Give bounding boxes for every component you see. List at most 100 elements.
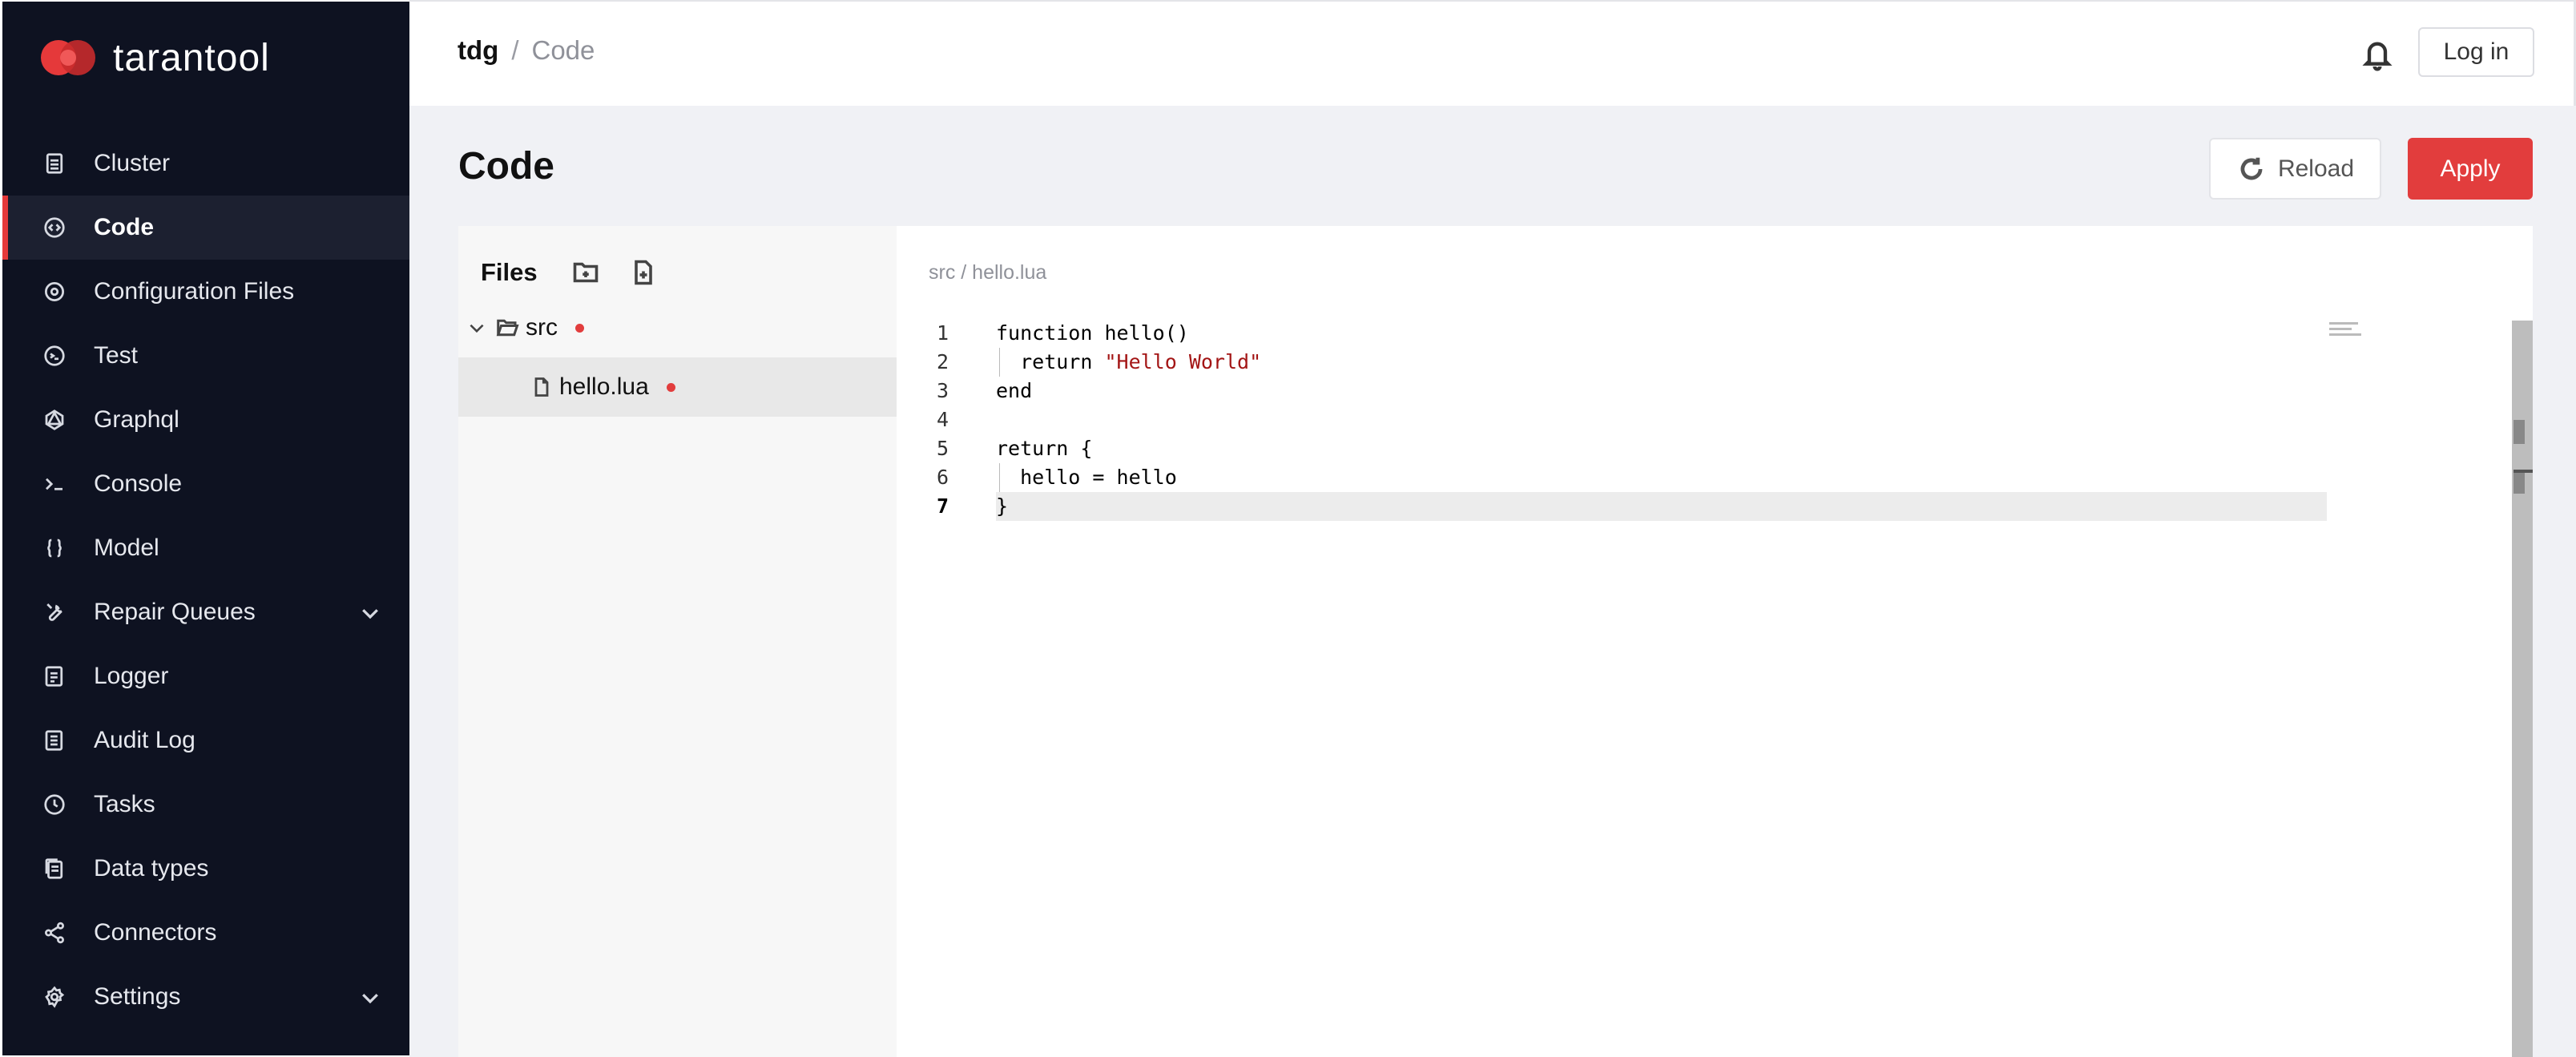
logo-text: tarantool bbox=[113, 36, 270, 79]
breadcrumb-root[interactable]: tdg bbox=[458, 35, 498, 66]
files-title: Files bbox=[481, 258, 538, 286]
server-icon bbox=[41, 150, 68, 177]
editor-file-path: src / hello.lua bbox=[929, 261, 1047, 284]
code-line[interactable]: 2 return "Hello World" bbox=[897, 348, 2327, 377]
sidebar-item-label: Data types bbox=[94, 855, 209, 882]
breadcrumb: tdg / Code bbox=[458, 35, 595, 66]
sidebar-item-cluster[interactable]: Cluster bbox=[2, 131, 409, 196]
new-file-icon[interactable] bbox=[629, 258, 658, 287]
top-header: tdg / Code Log in bbox=[409, 0, 2576, 106]
files-header: Files bbox=[481, 258, 658, 287]
chevron-down-icon[interactable] bbox=[358, 986, 382, 1010]
clock-icon bbox=[41, 791, 68, 818]
sidebar-item-label: Graphql bbox=[94, 406, 179, 433]
bell-icon[interactable] bbox=[2361, 37, 2393, 72]
breadcrumb-separator: / bbox=[511, 35, 519, 65]
line-number: 2 bbox=[937, 350, 949, 373]
sidebar-item-label: Configuration Files bbox=[94, 278, 295, 305]
sidebar-item-label: Repair Queues bbox=[94, 599, 256, 625]
sidebar-item-data-types[interactable]: Data types bbox=[2, 837, 409, 901]
audit-log-icon bbox=[41, 727, 68, 754]
sidebar-item-tasks[interactable]: Tasks bbox=[2, 773, 409, 837]
braces-icon bbox=[41, 535, 68, 562]
sidebar-item-test[interactable]: Test bbox=[2, 324, 409, 388]
sidebar-item-label: Test bbox=[94, 342, 139, 369]
sidebar-item-label: Connectors bbox=[94, 919, 217, 946]
reload-icon bbox=[2240, 157, 2263, 180]
share-icon bbox=[41, 919, 68, 946]
breadcrumb-current: Code bbox=[531, 35, 595, 65]
minimap[interactable] bbox=[2329, 322, 2368, 351]
graphql-icon bbox=[41, 406, 68, 434]
line-number: 1 bbox=[937, 321, 949, 345]
sidebar-item-connectors[interactable]: Connectors bbox=[2, 901, 409, 965]
code-editor-panel: src / hello.lua 1 function hello() 2 ret… bbox=[897, 226, 2533, 1057]
tree-folder-src[interactable]: src bbox=[458, 298, 897, 357]
sidebar-item-label: Tasks bbox=[94, 791, 155, 817]
code-text: } bbox=[996, 494, 1009, 518]
code-text: function hello() bbox=[996, 321, 1189, 345]
logo[interactable]: tarantool bbox=[39, 32, 270, 83]
modified-indicator bbox=[575, 323, 584, 333]
login-button[interactable]: Log in bbox=[2418, 27, 2534, 77]
line-number: 5 bbox=[937, 437, 949, 460]
code-text: end bbox=[996, 379, 1033, 402]
modified-indicator bbox=[666, 382, 675, 392]
sidebar-item-graphql[interactable]: Graphql bbox=[2, 388, 409, 452]
code-line-current[interactable]: 7 } bbox=[937, 492, 2327, 521]
code-text: return "Hello World" bbox=[996, 350, 1262, 373]
tree-item-label: hello.lua bbox=[559, 373, 649, 400]
sidebar-item-code[interactable]: Code bbox=[2, 196, 409, 260]
reload-label: Reload bbox=[2277, 155, 2355, 182]
sidebar-item-audit-log[interactable]: Audit Log bbox=[2, 708, 409, 773]
log-icon bbox=[41, 663, 68, 690]
sidebar-item-configuration-files[interactable]: Configuration Files bbox=[2, 260, 409, 324]
sidebar-item-label: Settings bbox=[94, 983, 181, 1010]
sidebar-item-label: Code bbox=[94, 214, 154, 240]
vertical-scrollbar[interactable] bbox=[2512, 321, 2533, 1057]
folder-open-icon bbox=[496, 319, 519, 337]
tarantool-logo-icon bbox=[41, 40, 95, 75]
sidebar-nav: Cluster Code Configuration Files Test Gr… bbox=[2, 131, 409, 1029]
test-icon bbox=[41, 342, 68, 369]
file-icon bbox=[534, 377, 549, 397]
sidebar-item-model[interactable]: Model bbox=[2, 516, 409, 580]
sidebar-item-label: Model bbox=[94, 535, 159, 561]
code-line[interactable]: 4 bbox=[897, 405, 2327, 434]
sidebar-item-label: Console bbox=[94, 470, 183, 497]
gear-icon bbox=[41, 278, 68, 305]
sidebar-item-logger[interactable]: Logger bbox=[2, 644, 409, 708]
sidebar: tarantool Cluster Code Configuration Fil… bbox=[0, 0, 409, 1057]
chevron-down-icon[interactable] bbox=[358, 601, 382, 625]
sidebar-item-label: Logger bbox=[94, 663, 169, 689]
settings-icon bbox=[41, 983, 68, 1011]
line-number: 3 bbox=[937, 379, 949, 402]
files-panel: Files src hello.lua bbox=[458, 226, 897, 1057]
code-icon bbox=[41, 214, 68, 241]
code-line[interactable]: 1 function hello() bbox=[897, 319, 2327, 348]
tree-item-label: src bbox=[526, 314, 558, 341]
code-line[interactable]: 5 return { bbox=[897, 434, 2327, 463]
reload-button[interactable]: Reload bbox=[2209, 138, 2381, 200]
sidebar-item-repair-queues[interactable]: Repair Queues bbox=[2, 580, 409, 644]
sidebar-item-console[interactable]: Console bbox=[2, 452, 409, 516]
line-number: 4 bbox=[937, 408, 949, 431]
line-number: 7 bbox=[937, 494, 949, 518]
new-folder-icon[interactable] bbox=[571, 258, 600, 287]
code-text: return { bbox=[996, 437, 1093, 460]
sidebar-item-settings[interactable]: Settings bbox=[2, 965, 409, 1029]
sidebar-item-label: Cluster bbox=[94, 150, 171, 176]
code-text: hello = hello bbox=[996, 466, 1177, 489]
chevron-down-icon[interactable] bbox=[466, 317, 487, 338]
code-line[interactable]: 6 hello = hello bbox=[897, 463, 2327, 492]
wrench-icon bbox=[41, 599, 68, 626]
tree-file-hello-lua[interactable]: hello.lua bbox=[458, 357, 897, 417]
apply-button[interactable]: Apply bbox=[2408, 138, 2533, 200]
page-title: Code bbox=[458, 145, 554, 188]
sidebar-item-label: Audit Log bbox=[94, 727, 196, 753]
terminal-icon bbox=[41, 470, 68, 498]
line-number: 6 bbox=[937, 466, 949, 489]
code-line[interactable]: 3 end bbox=[897, 377, 2327, 405]
indent-guide bbox=[999, 348, 1000, 377]
data-types-icon bbox=[41, 855, 68, 882]
